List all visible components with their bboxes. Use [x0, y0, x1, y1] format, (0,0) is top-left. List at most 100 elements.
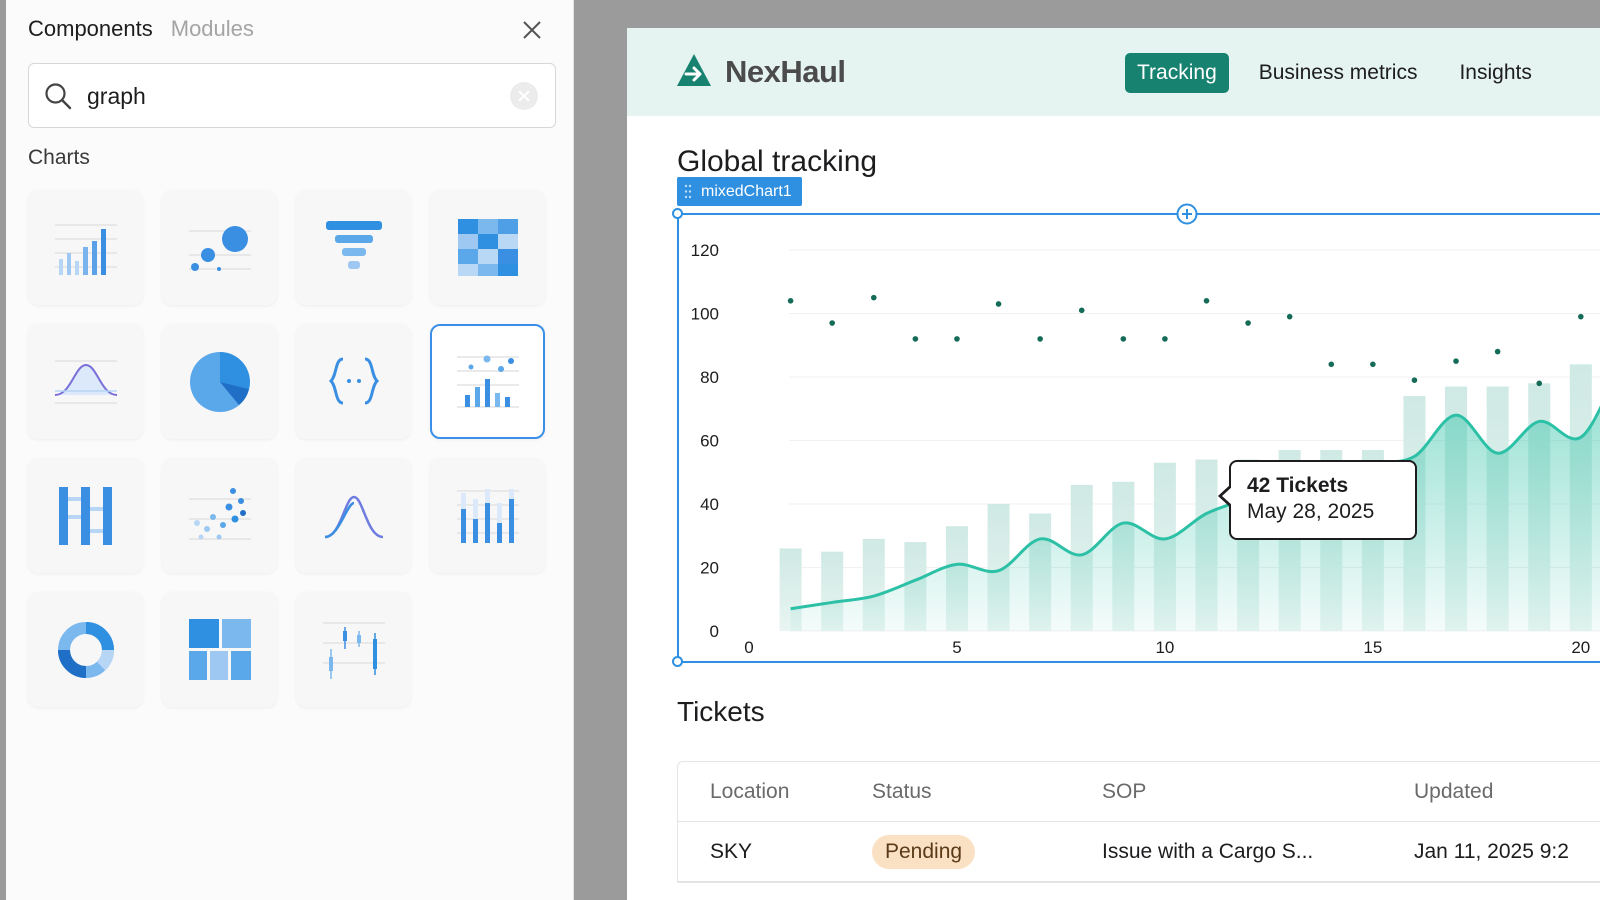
y-tick-label: 80: [700, 368, 719, 387]
app-header: NexHaul Tracking Business metrics Insigh…: [627, 28, 1600, 116]
resize-handle-bottom-left[interactable]: [672, 656, 683, 667]
area-curve-icon: [54, 359, 117, 404]
cell-sop: Issue with a Cargo S...: [1102, 840, 1314, 863]
x-tick-label: 0: [744, 638, 753, 657]
tickets-title: Tickets: [677, 696, 765, 727]
search-box: [28, 63, 556, 128]
drag-grip-icon[interactable]: [684, 184, 692, 199]
line-curve-icon: [324, 495, 383, 538]
resize-handle-top-left[interactable]: [672, 208, 683, 219]
search-input[interactable]: [87, 76, 487, 116]
treemap-icon: [188, 618, 251, 680]
tile-candlestick[interactable]: [296, 592, 411, 707]
scatter-point: [1536, 380, 1543, 387]
cell-status: Pending: [872, 822, 976, 882]
y-tick-label: 100: [691, 305, 719, 324]
tile-pie-chart[interactable]: [162, 324, 277, 439]
mixed-chart: 0 20 40 60 80 100 120 0 5 10 15 20: [691, 241, 1600, 657]
column-header-updated[interactable]: Updated: [1414, 762, 1493, 822]
tile-mixed-chart[interactable]: [430, 324, 545, 439]
line-area: [790, 408, 1600, 631]
tile-heatmap[interactable]: [430, 190, 545, 305]
app-canvas: NexHaul Tracking Business metrics Insigh…: [627, 28, 1600, 900]
y-tick-label: 20: [700, 559, 719, 578]
chart-component-grid: [28, 190, 556, 707]
stacked-bar-icon: [456, 488, 519, 543]
scatter-point: [1245, 320, 1251, 326]
clear-search-icon[interactable]: [510, 82, 538, 110]
chart-tooltip: 42 Tickets May 28, 2025: [1218, 460, 1417, 540]
main-nav: Tracking Business metrics Insights: [1125, 53, 1544, 93]
nav-tracking[interactable]: Tracking: [1125, 53, 1229, 93]
column-header-status[interactable]: Status: [872, 762, 932, 822]
components-panel: Components Modules Charts: [6, 0, 574, 900]
search-icon: [45, 83, 72, 110]
y-tick-label: 40: [700, 495, 719, 514]
scatter-point: [1120, 336, 1127, 342]
table-header: Location Status SOP Updated: [678, 762, 1600, 822]
y-tick-label: 60: [700, 432, 719, 451]
heatmap-icon: [457, 218, 518, 276]
panel-tabs: Components Modules: [28, 16, 254, 42]
component-tag-label: mixedChart1: [701, 183, 792, 200]
bar-chart-icon: [54, 223, 117, 275]
mixed-chart-container[interactable]: 0 20 40 60 80 100 120 0 5 10 15 20 42 Tickets May 2…: [677, 213, 1600, 663]
scatter-point: [1370, 361, 1376, 368]
y-tick-label: 120: [691, 241, 719, 260]
page-title: Global tracking: [677, 145, 878, 178]
x-tick-label: 20: [1571, 638, 1590, 657]
json-braces-icon: [328, 357, 379, 404]
brand-name: NexHaul: [725, 54, 846, 89]
candlestick-icon: [322, 621, 385, 679]
tile-area-curve[interactable]: [28, 324, 143, 439]
tile-bubble-chart[interactable]: [162, 190, 277, 305]
cell-updated: Jan 11, 2025 9:2: [1414, 840, 1569, 863]
tile-json-chart[interactable]: [296, 324, 411, 439]
tile-line-curve[interactable]: [296, 458, 411, 573]
tooltip-date: May 28, 2025: [1247, 500, 1375, 523]
pie-chart-icon: [189, 351, 250, 412]
sunburst-icon: [57, 621, 114, 678]
tooltip-count: 42 Tickets: [1247, 474, 1349, 497]
bubble-chart-icon: [188, 225, 251, 271]
tile-range-bar[interactable]: [28, 458, 143, 573]
scatter-point: [870, 294, 877, 301]
component-tag[interactable]: mixedChart1: [677, 177, 802, 206]
tile-bar-chart[interactable]: [28, 190, 143, 305]
range-bar-icon: [58, 486, 112, 545]
x-tick-label: 10: [1155, 638, 1174, 657]
x-tick-label: 15: [1363, 638, 1382, 657]
tile-stacked-bar[interactable]: [430, 458, 545, 573]
nav-business-metrics[interactable]: Business metrics: [1247, 53, 1430, 93]
add-handle-icon[interactable]: [1175, 202, 1199, 226]
scatter-plot-icon: [188, 487, 251, 540]
funnel-chart-icon: [325, 220, 382, 269]
close-icon[interactable]: [520, 18, 544, 42]
scatter-point: [829, 320, 835, 326]
scatter-point: [1078, 307, 1085, 314]
scatter-point: [1494, 348, 1501, 355]
scatter-point: [1453, 358, 1459, 364]
scatter-point: [1162, 336, 1168, 342]
scatter-point: [1578, 313, 1584, 320]
tab-modules[interactable]: Modules: [171, 16, 254, 42]
column-header-sop[interactable]: SOP: [1102, 762, 1146, 822]
column-header-location[interactable]: Location: [710, 762, 789, 822]
tile-funnel-chart[interactable]: [296, 190, 411, 305]
scatter-point: [1328, 361, 1335, 368]
y-tick-label: 0: [710, 622, 719, 641]
status-badge: Pending: [872, 835, 976, 869]
scatter-point: [954, 336, 960, 342]
tile-sunburst[interactable]: [28, 592, 143, 707]
table-row[interactable]: SKY Pending Issue with a Cargo S... Jan …: [678, 822, 1600, 882]
section-label-charts: Charts: [28, 146, 90, 169]
nav-insights[interactable]: Insights: [1447, 53, 1543, 93]
tab-components[interactable]: Components: [28, 16, 153, 42]
tile-treemap[interactable]: [162, 592, 277, 707]
scatter-point: [1203, 298, 1210, 304]
tile-scatter-plot[interactable]: [162, 458, 277, 573]
scatter-point: [995, 301, 1002, 307]
scatter-point: [1286, 313, 1293, 320]
scatter-point: [912, 336, 919, 342]
scatter-point: [787, 298, 794, 304]
